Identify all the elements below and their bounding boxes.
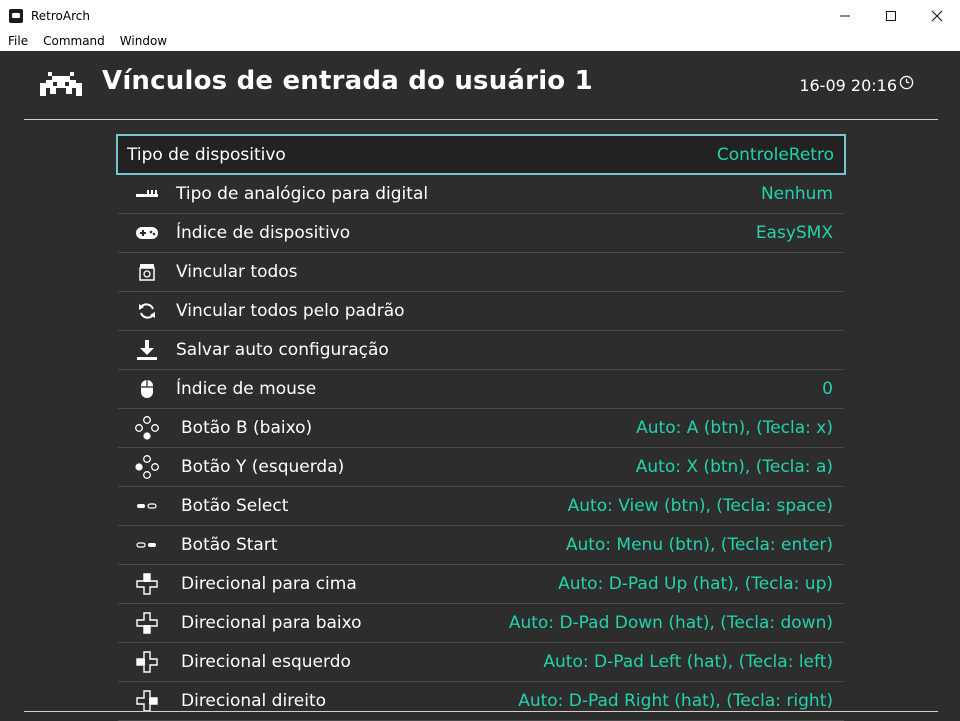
- list-item-dpad-down[interactable]: Direcional para baixo Auto: D-Pad Down (…: [118, 604, 844, 643]
- row-label: Direcional para cima: [181, 574, 357, 594]
- row-label: Tipo de dispositivo: [127, 144, 286, 165]
- list-item-button-start[interactable]: Botão Start Auto: Menu (btn), (Tecla: en…: [118, 526, 844, 565]
- clock-icon: [899, 75, 914, 90]
- analog-stick-icon: [134, 182, 160, 206]
- row-label: Salvar auto configuração: [176, 340, 389, 360]
- retroarch-app-icon: [9, 8, 23, 23]
- row-value: Nenhum: [760, 184, 833, 204]
- list-item-button-y[interactable]: Botão Y (esquerda) Auto: X (btn), (Tecla…: [118, 448, 844, 487]
- row-label: Índice de dispositivo: [176, 223, 351, 243]
- input-binds-list: Tipo de dispositivo ControleRetro Tipo d…: [116, 134, 846, 721]
- row-value: Auto: View (btn), (Tecla: space): [567, 496, 833, 516]
- list-item-mouse-index[interactable]: Índice de mouse 0: [118, 370, 844, 409]
- clock: 16-09 20:16: [799, 75, 914, 95]
- window-titlebar: RetroArch: [0, 0, 960, 31]
- retroarch-invader-icon: [40, 72, 82, 96]
- clock-text: 16-09 20:16: [799, 76, 897, 95]
- row-value: Auto: D-Pad Left (hat), (Tecla: left): [543, 652, 833, 672]
- list-item-device-index[interactable]: Índice de dispositivo EasySMX: [118, 214, 844, 253]
- list-item-bind-all-default[interactable]: Vincular todos pelo padrão: [118, 292, 844, 331]
- menu-command[interactable]: Command: [35, 34, 112, 48]
- row-value: Auto: X (btn), (Tecla: a): [635, 457, 833, 477]
- row-value: EasySMX: [755, 223, 833, 243]
- list-item-button-select[interactable]: Botão Select Auto: View (btn), (Tecla: s…: [118, 487, 844, 526]
- menu-file[interactable]: File: [0, 34, 35, 48]
- mouse-icon: [134, 377, 160, 401]
- row-label: Direcional direito: [181, 691, 327, 711]
- dpad-up-icon: [134, 572, 160, 596]
- reset-icon: [134, 299, 160, 323]
- list-item-analog-to-digital[interactable]: Tipo de analógico para digital Nenhum: [118, 175, 844, 214]
- row-label: Botão Select: [181, 496, 289, 516]
- close-button[interactable]: [914, 0, 960, 31]
- menubar: File Command Window: [0, 31, 960, 51]
- list-item-dpad-left[interactable]: Direcional esquerdo Auto: D-Pad Left (ha…: [118, 643, 844, 682]
- maximize-button[interactable]: [868, 0, 914, 31]
- dpad-left-icon: [134, 650, 160, 674]
- minimize-icon: [840, 15, 850, 16]
- row-label: Botão Y (esquerda): [181, 457, 345, 477]
- close-icon: [931, 10, 943, 21]
- list-item-device-type[interactable]: Tipo de dispositivo ControleRetro: [116, 134, 846, 175]
- list-item-dpad-up[interactable]: Direcional para cima Auto: D-Pad Up (hat…: [118, 565, 844, 604]
- row-label: Direcional esquerdo: [181, 652, 351, 672]
- row-value: Auto: Menu (btn), (Tecla: enter): [565, 535, 833, 555]
- maximize-icon: [886, 10, 896, 21]
- row-value: 0: [822, 379, 833, 399]
- window-controls: [822, 0, 960, 31]
- header-divider: [24, 119, 938, 120]
- row-label: Botão B (baixo): [181, 418, 313, 438]
- face-button-left-icon: [134, 455, 160, 479]
- row-value: ControleRetro: [716, 144, 834, 165]
- row-label: Índice de mouse: [176, 379, 317, 399]
- row-value: Auto: D-Pad Right (hat), (Tecla: right): [518, 691, 833, 711]
- row-label: Tipo de analógico para digital: [176, 184, 429, 204]
- start-button-icon: [134, 533, 160, 557]
- menu-window[interactable]: Window: [112, 34, 174, 48]
- row-value: Auto: D-Pad Up (hat), (Tecla: up): [558, 574, 833, 594]
- minimize-button[interactable]: [822, 0, 868, 31]
- list-item-save-autoconfig[interactable]: Salvar auto configuração: [118, 331, 844, 370]
- list-item-bind-all[interactable]: Vincular todos: [118, 253, 844, 292]
- list-item-button-b[interactable]: Botão B (baixo) Auto: A (btn), (Tecla: x…: [118, 409, 844, 448]
- list-item-dpad-right[interactable]: Direcional direito Auto: D-Pad Right (ha…: [118, 682, 844, 721]
- face-button-down-icon: [134, 416, 160, 440]
- dpad-right-icon: [134, 689, 160, 713]
- gamepad-icon: [134, 221, 160, 245]
- row-value: Auto: D-Pad Down (hat), (Tecla: down): [508, 613, 833, 633]
- save-download-icon: [134, 338, 160, 362]
- row-label: Botão Start: [181, 535, 278, 555]
- row-label: Vincular todos: [176, 262, 298, 282]
- row-label: Direcional para baixo: [181, 613, 362, 633]
- footer-divider: [24, 711, 938, 712]
- dpad-down-icon: [134, 611, 160, 635]
- row-label: Vincular todos pelo padrão: [176, 301, 405, 321]
- bind-all-icon: [134, 260, 160, 284]
- row-value: Auto: A (btn), (Tecla: x): [636, 418, 833, 438]
- page-title: Vínculos de entrada do usuário 1: [102, 66, 593, 96]
- select-button-icon: [134, 494, 160, 518]
- window-title: RetroArch: [31, 8, 90, 23]
